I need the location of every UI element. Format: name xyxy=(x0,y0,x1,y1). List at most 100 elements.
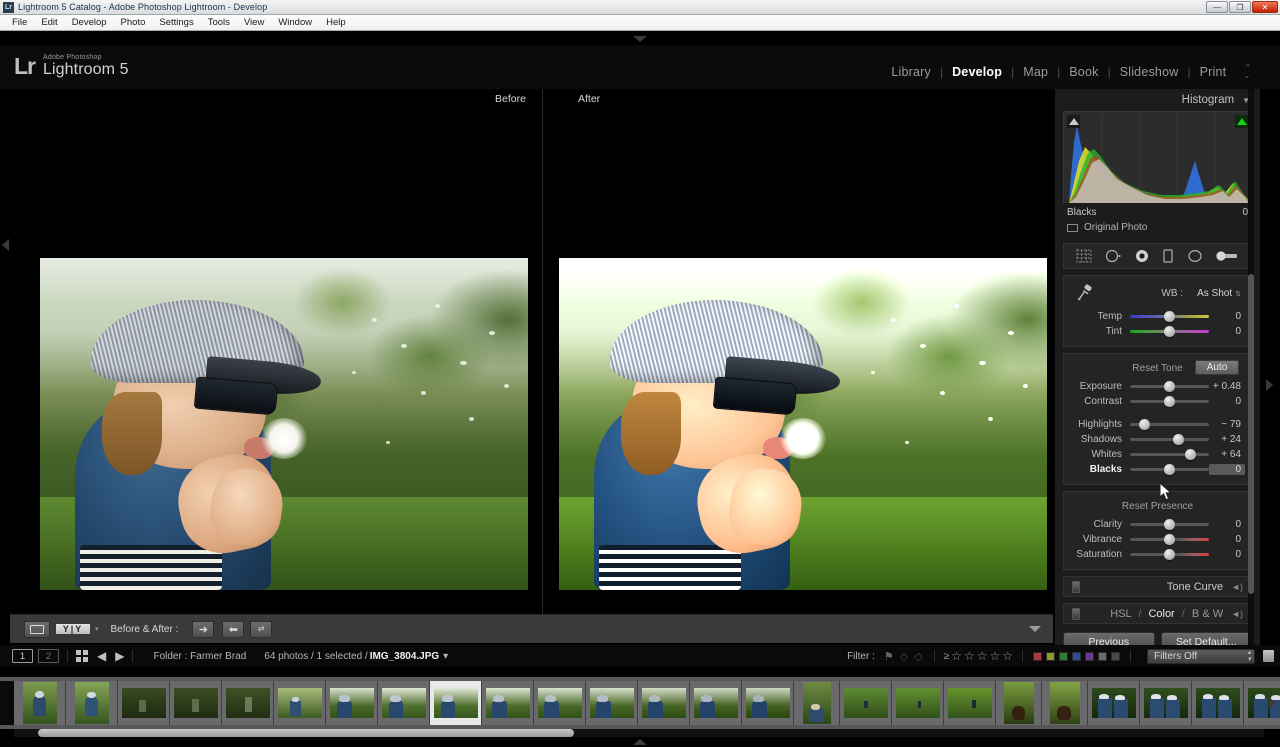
slider-track[interactable] xyxy=(1130,533,1209,546)
screen-1-button[interactable]: 1 xyxy=(12,649,33,663)
top-panel-collapse-arrow[interactable] xyxy=(633,36,647,44)
slider-track[interactable] xyxy=(1130,433,1209,446)
slider-value[interactable]: 0 xyxy=(1209,534,1245,545)
slider-track[interactable] xyxy=(1130,395,1209,408)
list-item[interactable] xyxy=(742,681,794,725)
list-item[interactable] xyxy=(794,681,840,725)
slider-value[interactable]: 0 xyxy=(1209,396,1245,407)
color-label-custom[interactable] xyxy=(1111,651,1120,661)
list-item[interactable] xyxy=(170,681,222,725)
slider-value[interactable]: 0 xyxy=(1209,549,1245,560)
menu-item-help[interactable]: Help xyxy=(319,17,353,28)
speaker-icon[interactable]: ◄) xyxy=(1231,582,1243,592)
list-item[interactable] xyxy=(482,681,534,725)
eyedropper-icon[interactable] xyxy=(1072,280,1102,307)
toolbar-collapse-icon[interactable] xyxy=(1029,626,1041,632)
flag-pick-icon[interactable]: ⚑ xyxy=(884,650,894,663)
slider-track[interactable] xyxy=(1130,518,1209,531)
menu-item-tools[interactable]: Tools xyxy=(201,17,237,28)
module-develop[interactable]: Develop xyxy=(943,65,1011,79)
rating-star-4[interactable]: ☆ xyxy=(989,649,1000,663)
filmstrip-scrollbar[interactable] xyxy=(14,729,1264,737)
shadow-clipping-icon[interactable] xyxy=(1067,115,1080,128)
menu-item-window[interactable]: Window xyxy=(271,17,319,28)
rating-star-1[interactable]: ☆ xyxy=(951,649,962,663)
color-label-red[interactable] xyxy=(1033,651,1042,661)
slider-track[interactable] xyxy=(1130,463,1209,476)
slider-track[interactable] xyxy=(1130,380,1209,393)
slider-contrast[interactable]: Contrast 0 xyxy=(1064,394,1251,409)
histogram[interactable] xyxy=(1063,111,1252,203)
left-panel-collapse[interactable] xyxy=(0,89,10,614)
save-filter-icon[interactable] xyxy=(1263,650,1274,662)
histogram-panel-header[interactable]: Histogram ▼ xyxy=(1055,89,1260,111)
filter-preset-select[interactable]: Filters Off ▴ ▾ xyxy=(1147,648,1255,664)
slider-value-field[interactable]: 0 xyxy=(1209,464,1245,475)
rating-operator[interactable]: ≥ xyxy=(944,651,950,662)
tone-curve-panel-header[interactable]: Tone Curve ◄) xyxy=(1063,576,1252,597)
slider-whites[interactable]: Whites + 64 xyxy=(1064,447,1251,462)
menu-item-develop[interactable]: Develop xyxy=(65,17,114,28)
list-item[interactable] xyxy=(996,681,1042,725)
grid-view-icon[interactable] xyxy=(76,650,88,662)
module-library[interactable]: Library xyxy=(882,65,940,79)
slider-track[interactable] xyxy=(1130,325,1209,338)
adjustment-brush-icon[interactable] xyxy=(1215,249,1239,263)
list-item[interactable] xyxy=(534,681,586,725)
radial-filter-icon[interactable] xyxy=(1187,249,1203,263)
spot-removal-icon[interactable] xyxy=(1104,249,1122,263)
chevron-down-icon[interactable]: ▾ xyxy=(95,625,99,633)
rating-star-2[interactable]: ☆ xyxy=(964,649,975,663)
module-print[interactable]: Print xyxy=(1191,65,1236,79)
before-photo[interactable] xyxy=(40,258,528,590)
speaker-icon[interactable]: ◄) xyxy=(1231,609,1243,619)
right-panel-scrollbar[interactable] xyxy=(1248,89,1254,645)
list-item[interactable] xyxy=(638,681,690,725)
slider-value[interactable]: + 0.48 xyxy=(1209,381,1245,392)
list-item[interactable] xyxy=(378,681,430,725)
list-item-selected[interactable] xyxy=(430,681,482,725)
menu-item-photo[interactable]: Photo xyxy=(114,17,153,28)
tone-curve-switch[interactable] xyxy=(1072,580,1080,593)
before-after-mode-button[interactable]: Y|Y xyxy=(56,624,90,634)
slider-value[interactable]: 0 xyxy=(1209,519,1245,530)
color-label-none[interactable] xyxy=(1098,651,1107,661)
module-slideshow[interactable]: Slideshow xyxy=(1111,65,1188,79)
hsl-tab[interactable]: HSL xyxy=(1110,608,1131,620)
hsl-switch[interactable] xyxy=(1072,607,1080,620)
slider-blacks[interactable]: Blacks 0 xyxy=(1064,462,1251,477)
slider-exposure[interactable]: Exposure + 0.48 xyxy=(1064,379,1251,394)
filmstrip-right-collapse[interactable] xyxy=(1269,697,1276,709)
reset-tone-label[interactable]: Reset Tone xyxy=(1132,363,1182,374)
list-item[interactable] xyxy=(222,681,274,725)
filmstrip[interactable] xyxy=(0,677,1280,729)
flag-reject-icon[interactable]: ◇ xyxy=(914,650,922,663)
list-item[interactable] xyxy=(892,681,944,725)
slider-value[interactable]: 0 xyxy=(1209,326,1245,337)
module-map[interactable]: Map xyxy=(1014,65,1057,79)
list-item[interactable] xyxy=(690,681,742,725)
bottom-panel-collapse-arrow[interactable] xyxy=(633,739,647,747)
white-balance-value[interactable]: As Shot ⇅ xyxy=(1197,288,1241,299)
slider-vibrance[interactable]: Vibrance 0 xyxy=(1064,532,1251,547)
bw-tab[interactable]: B & W xyxy=(1192,608,1223,620)
slider-value[interactable]: + 64 xyxy=(1209,449,1245,460)
menu-item-file[interactable]: File xyxy=(5,17,34,28)
color-label-green[interactable] xyxy=(1059,651,1068,661)
auto-tone-button[interactable]: Auto xyxy=(1195,360,1239,375)
menu-item-edit[interactable]: Edit xyxy=(34,17,64,28)
slider-clarity[interactable]: Clarity 0 xyxy=(1064,517,1251,532)
screen-2-button[interactable]: 2 xyxy=(38,649,59,663)
list-item[interactable] xyxy=(1140,681,1192,725)
forward-arrow-icon[interactable]: ▶ xyxy=(115,649,124,663)
slider-value[interactable]: + 24 xyxy=(1209,434,1245,445)
list-item[interactable] xyxy=(1042,681,1088,725)
flag-unflagged-icon[interactable]: ◇ xyxy=(900,650,908,663)
color-label-yellow[interactable] xyxy=(1046,651,1055,661)
color-label-purple[interactable] xyxy=(1085,651,1094,661)
back-arrow-icon[interactable]: ◀ xyxy=(97,649,106,663)
right-edge-collapse[interactable] xyxy=(1260,89,1280,645)
after-photo[interactable] xyxy=(559,258,1047,590)
color-tab[interactable]: Color xyxy=(1148,608,1174,620)
crop-overlay-icon[interactable] xyxy=(1076,249,1092,263)
